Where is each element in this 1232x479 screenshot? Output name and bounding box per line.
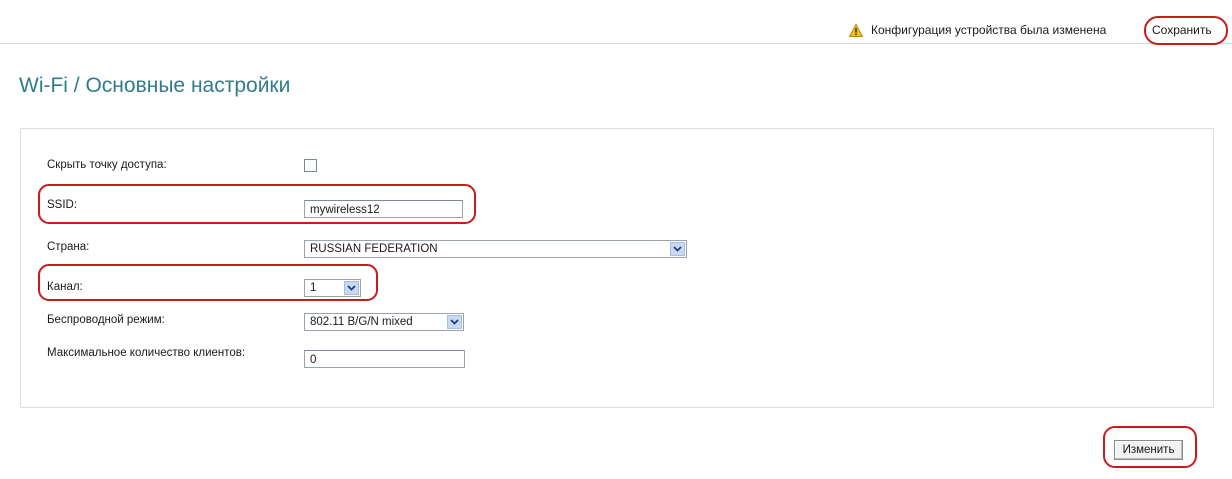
hide-ap-checkbox[interactable] [304, 159, 317, 172]
channel-value: 1 [310, 282, 317, 294]
settings-panel [20, 128, 1214, 408]
wireless-mode-label: Беспроводной режим: [47, 314, 165, 326]
channel-label: Канал: [47, 281, 83, 293]
country-value: RUSSIAN FEDERATION [310, 243, 438, 255]
notice-text: Конфигурация устройства была изменена [871, 23, 1107, 37]
chevron-down-icon[interactable] [344, 281, 359, 295]
save-link[interactable]: Сохранить [1152, 21, 1212, 39]
max-clients-label: Максимальное количество клиентов: [47, 347, 246, 359]
apply-button[interactable]: Изменить [1114, 440, 1183, 460]
country-label: Страна: [47, 241, 90, 253]
country-select[interactable]: RUSSIAN FEDERATION [304, 240, 687, 258]
ssid-input[interactable]: mywireless12 [304, 200, 463, 218]
max-clients-input[interactable]: 0 [304, 350, 465, 368]
top-bar: Конфигурация устройства была изменена Со… [0, 0, 1232, 44]
chevron-down-icon[interactable] [670, 242, 685, 256]
channel-select[interactable]: 1 [304, 279, 361, 297]
warning-icon [849, 23, 863, 37]
config-changed-notice: Конфигурация устройства была изменена [849, 21, 1106, 39]
wireless-mode-value: 802.11 B/G/N mixed [310, 316, 413, 328]
chevron-down-icon[interactable] [447, 315, 462, 329]
page-title: Wi-Fi / Основные настройки [19, 74, 291, 97]
ssid-label: SSID: [47, 199, 78, 211]
hide-ap-label: Скрыть точку доступа: [47, 159, 167, 171]
wireless-mode-select[interactable]: 802.11 B/G/N mixed [304, 313, 464, 331]
